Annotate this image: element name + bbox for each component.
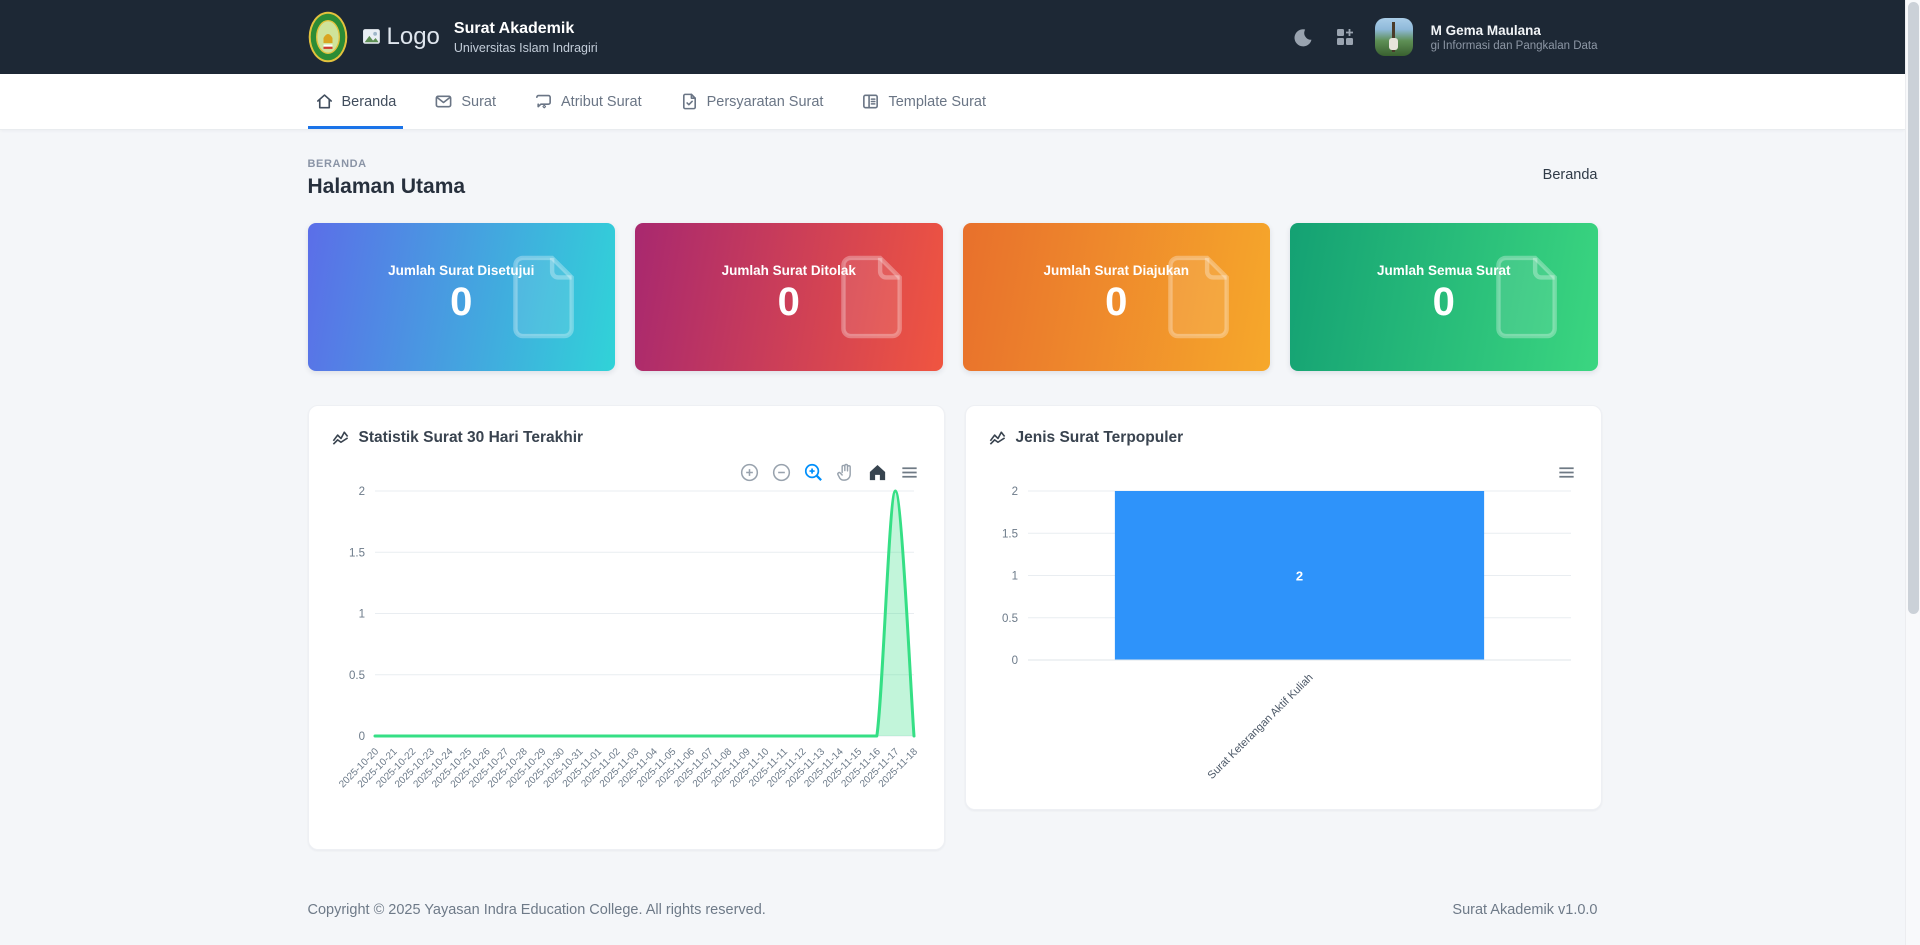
svg-text:0.5: 0.5 [1002, 613, 1018, 625]
svg-text:0.5: 0.5 [349, 670, 365, 682]
layout-icon [861, 92, 880, 111]
tab-label: Atribut Surat [561, 94, 642, 110]
svg-text:2: 2 [1295, 569, 1302, 584]
svg-text:1: 1 [1011, 571, 1017, 583]
tab-template-surat[interactable]: Template Surat [854, 74, 993, 129]
brand-logo-broken: Logo [362, 23, 440, 51]
main-content: BERANDA Halaman Utama Beranda Jumlah Sur… [308, 158, 1598, 918]
chart-card-jenis-surat: Jenis Surat Terpopuler 0 0.5 1 1.5 2 2 Surat K… [965, 405, 1602, 810]
version-text: Surat Akademik v1.0.0 [1452, 902, 1597, 918]
chart-title: Statistik Surat 30 Hari Terakhir [359, 429, 584, 447]
stat-card-value: 0 [1105, 280, 1127, 324]
apps-grid-icon [1335, 27, 1355, 47]
page-title: Halaman Utama [308, 175, 466, 199]
tab-persyaratan-surat[interactable]: Persyaratan Surat [673, 74, 831, 129]
stat-card-ditolak[interactable]: Jumlah Surat Ditolak 0 [635, 223, 943, 371]
svg-text:1: 1 [358, 609, 364, 621]
tab-label: Beranda [342, 94, 397, 110]
tab-atribut-surat[interactable]: Atribut Surat [527, 74, 649, 129]
scrollbar-thumb[interactable] [1908, 2, 1919, 614]
moon-icon [1292, 27, 1313, 48]
stat-card-diajukan[interactable]: Jumlah Surat Diajukan 0 [963, 223, 1271, 371]
svg-text:2: 2 [1011, 486, 1017, 498]
svg-text:0: 0 [1011, 655, 1017, 667]
page-footer: Copyright © 2025 Yayasan Indra Education… [308, 902, 1598, 918]
zoom-in-icon[interactable] [739, 462, 760, 483]
pan-icon[interactable] [835, 462, 856, 483]
stat-card-label: Jumlah Semua Surat [1377, 263, 1511, 278]
chat-tag-icon [534, 92, 553, 111]
apex-toolbar [739, 462, 920, 483]
page-scrollbar [1905, 0, 1920, 945]
tab-label: Template Surat [888, 94, 986, 110]
svg-text:1.5: 1.5 [1002, 528, 1018, 540]
app-title: Surat Akademik [454, 19, 598, 39]
area-chart-icon [988, 428, 1007, 447]
breadcrumb[interactable]: Beranda [1543, 167, 1598, 199]
home-icon [315, 92, 334, 111]
tab-label: Surat [461, 94, 496, 110]
menu-icon[interactable] [1556, 462, 1577, 483]
statistik-area-chart[interactable]: 00.511.522025-10-202025-10-212025-10-222… [331, 483, 922, 828]
university-seal-logo [308, 11, 348, 63]
main-nav: Beranda Surat Atribut Surat [0, 74, 1905, 130]
stat-card-value: 0 [778, 280, 800, 324]
selection-zoom-icon[interactable] [803, 462, 824, 483]
dark-mode-toggle[interactable] [1291, 25, 1315, 49]
svg-text:0: 0 [358, 731, 364, 743]
document-watermark-icon [513, 254, 579, 340]
mail-icon [434, 92, 453, 111]
home-icon[interactable] [867, 462, 888, 483]
tab-beranda[interactable]: Beranda [308, 74, 404, 129]
document-watermark-icon [1168, 254, 1234, 340]
broken-image-icon [362, 27, 383, 48]
zoom-out-icon[interactable] [771, 462, 792, 483]
stat-card-disetujui[interactable]: Jumlah Surat Disetujui 0 [308, 223, 616, 371]
apex-toolbar [1556, 462, 1577, 483]
copyright-text: Copyright © 2025 Yayasan Indra Education… [308, 902, 766, 918]
user-avatar[interactable] [1375, 18, 1413, 56]
document-watermark-icon [1496, 254, 1562, 340]
menu-icon[interactable] [899, 462, 920, 483]
svg-text:1.5: 1.5 [349, 547, 365, 559]
user-info[interactable]: M Gema Maulana gi Informasi dan Pangkala… [1431, 23, 1598, 52]
tab-label: Persyaratan Surat [707, 94, 824, 110]
stat-cards-row: Jumlah Surat Disetujui 0 Jumlah Surat Di… [308, 223, 1598, 371]
app-subtitle: Universitas Islam Indragiri [454, 41, 598, 55]
user-name: M Gema Maulana [1431, 23, 1598, 38]
svg-text:Surat Keterangan Aktif Kuliah: Surat Keterangan Aktif Kuliah [1205, 672, 1315, 782]
jenis-surat-bar-chart[interactable]: 0 0.5 1 1.5 2 2 Surat Keterangan Aktif Kuliah [988, 483, 1579, 803]
area-chart-icon [331, 428, 350, 447]
app-header: Logo Surat Akademik Universitas Islam In… [0, 0, 1905, 74]
brand: Logo Surat Akademik Universitas Islam In… [308, 11, 598, 63]
apps-menu-button[interactable] [1333, 25, 1357, 49]
breadcrumb-section: BERANDA [308, 158, 466, 170]
stat-card-label: Jumlah Surat Ditolak [722, 263, 856, 278]
chart-title: Jenis Surat Terpopuler [1016, 429, 1184, 447]
svg-text:2: 2 [358, 486, 364, 498]
stat-card-value: 0 [1433, 280, 1455, 324]
brand-logo-alt-text: Logo [387, 23, 440, 51]
tab-surat[interactable]: Surat [427, 74, 503, 129]
stat-card-value: 0 [450, 280, 472, 324]
chart-card-statistik: Statistik Surat 30 Hari Terakhir [308, 405, 945, 850]
user-role: gi Informasi dan Pangkalan Data [1431, 40, 1598, 52]
document-check-icon [680, 92, 699, 111]
document-watermark-icon [841, 254, 907, 340]
stat-card-semua[interactable]: Jumlah Semua Surat 0 [1290, 223, 1598, 371]
